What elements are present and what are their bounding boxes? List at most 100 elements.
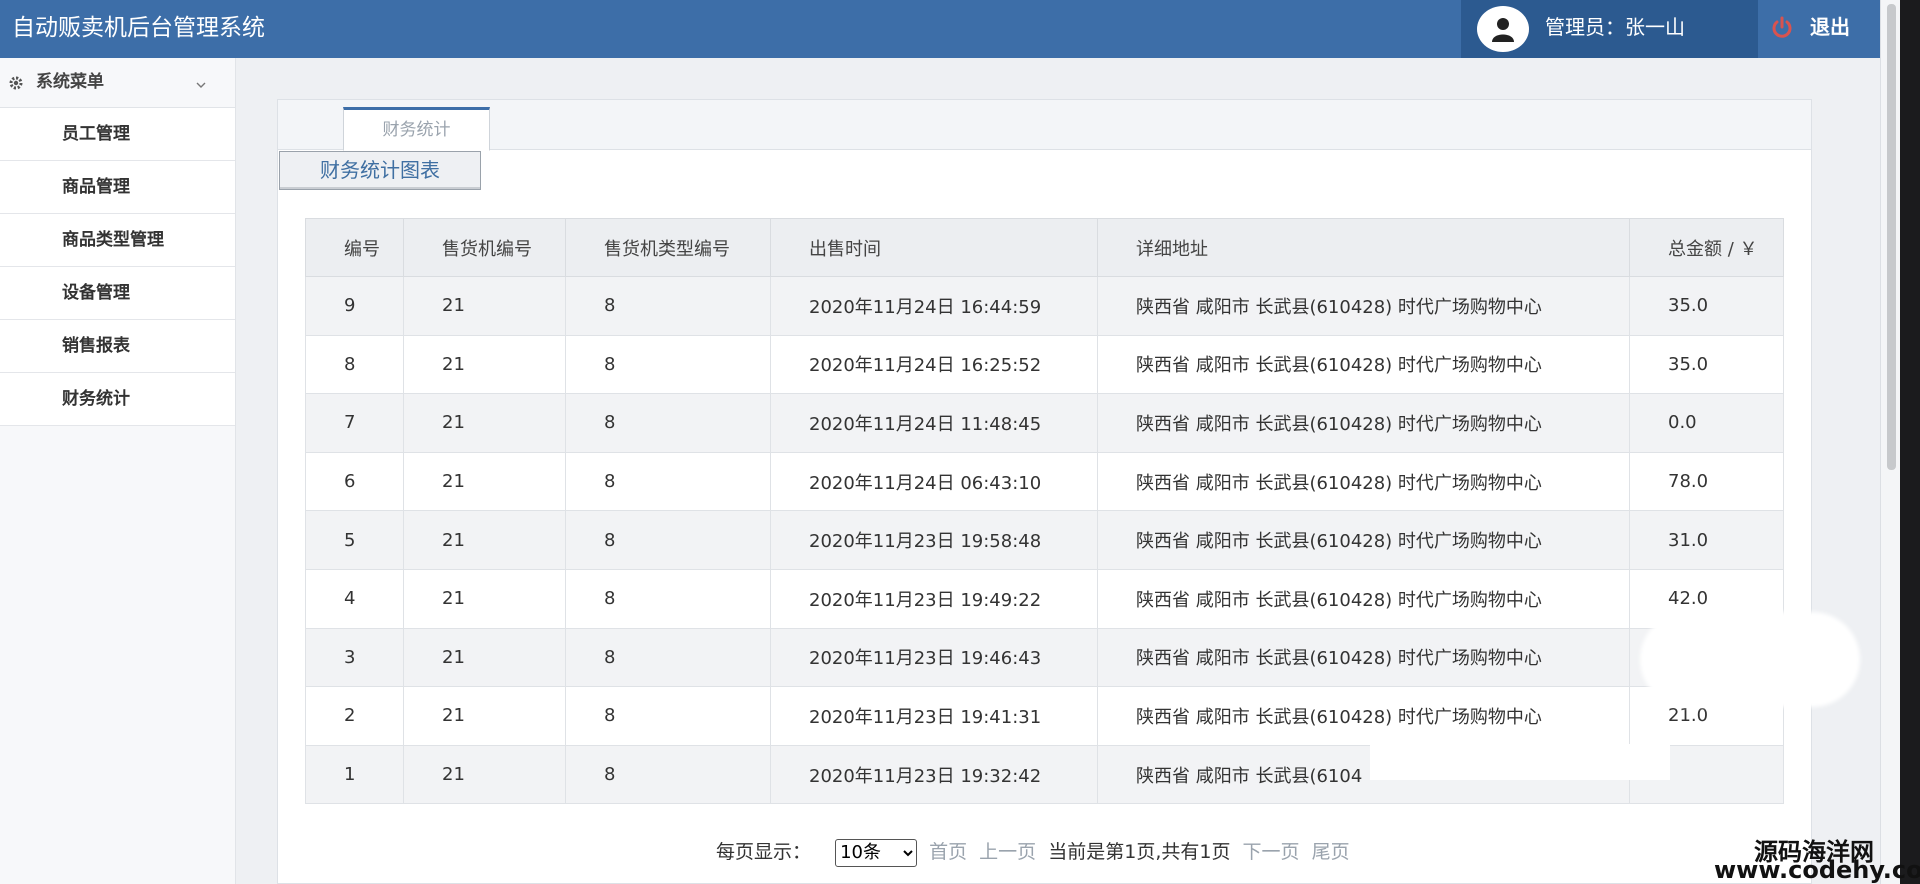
table-row: 2 21 8 2020年11月23日 19:41:31 陕西省 咸阳市 长武县(6104…	[305, 686, 1784, 746]
top-header: 自动贩卖机后台管理系统 管理员：张一山 退出	[0, 0, 1880, 58]
sidebar-item-finance[interactable]: 财务统计	[0, 373, 235, 426]
table-row: 3 21 8 2020年11月23日 19:46:43 陕西省 咸阳市 长武县(6104…	[305, 627, 1784, 688]
cell-machine-id: 21	[403, 451, 566, 512]
cell-amount: 0.0	[1629, 393, 1784, 453]
sidebar-item-label: 商品管理	[62, 177, 130, 197]
cell-machine-id: 21	[403, 744, 566, 805]
cell-amount: 31.0	[1629, 510, 1784, 570]
per-page-select[interactable]: 10条	[835, 838, 918, 867]
cell-id: 3	[305, 627, 404, 688]
page-info: 当前是第1页,共有1页	[1048, 841, 1231, 863]
column-header-machine-type[interactable]: 售货机类型编号	[565, 218, 771, 277]
sidebar-menu-header[interactable]: 系统菜单	[0, 58, 235, 108]
cell-address: 陕西省 咸阳市 长武县(610428) 时代广场购物中心	[1097, 451, 1630, 512]
sidebar-item-label: 财务统计	[62, 389, 130, 409]
cell-machine-type: 8	[565, 744, 771, 805]
column-header-id[interactable]: 编号	[305, 218, 404, 277]
cell-id: 4	[305, 568, 404, 629]
finance-table: 编号 售货机编号 售货机类型编号 出售时间 详细地址 总金额 / ￥ 9 21 8 2…	[305, 218, 1784, 805]
cell-machine-type: 8	[565, 276, 771, 336]
user-icon	[1492, 18, 1514, 42]
gear-icon	[9, 76, 23, 90]
table-header-row: 编号 售货机编号 售货机类型编号 出售时间 详细地址 总金额 / ￥	[305, 218, 1784, 277]
chevron-down-icon	[196, 82, 206, 88]
cell-machine-type: 8	[565, 627, 771, 688]
tab-finance[interactable]: 财务统计	[343, 107, 490, 151]
cell-sale-time: 2020年11月23日 19:46:43	[770, 627, 1098, 688]
column-header-address[interactable]: 详细地址	[1097, 218, 1630, 277]
sidebar-item-products[interactable]: 商品管理	[0, 161, 235, 214]
table-row: 4 21 8 2020年11月23日 19:49:22 陕西省 咸阳市 长武县(6104…	[305, 568, 1784, 629]
cell-machine-type: 8	[565, 510, 771, 570]
tab-bar: 财务统计	[278, 100, 1811, 151]
cell-address: 陕西省 咸阳市 长武县(610428) 时代广场购物中心	[1097, 276, 1630, 336]
logout-button[interactable]: 退出	[1758, 0, 1880, 58]
cell-machine-type: 8	[565, 568, 771, 629]
table-row: 5 21 8 2020年11月23日 19:58:48 陕西省 咸阳市 长武县(6104…	[305, 510, 1784, 570]
cell-address: 陕西省 咸阳市 长武县(610428) 时代广场购物中心	[1097, 334, 1630, 395]
cell-machine-id: 21	[403, 627, 566, 688]
watermark-url: www.codehy.com	[1714, 856, 1920, 884]
cell-address: 陕西省 咸阳市 长武县(610428) 时代广场购物中心	[1097, 510, 1630, 570]
sidebar-item-staff[interactable]: 员工管理	[0, 108, 235, 161]
cell-sale-time: 2020年11月24日 11:48:45	[770, 393, 1098, 453]
cell-sale-time: 2020年11月24日 16:44:59	[770, 276, 1098, 336]
sidebar: 系统菜单 员工管理 商品管理 商品类型管理 设备管理 销售报表 财务统计	[0, 58, 236, 884]
app-title: 自动贩卖机后台管理系统	[12, 15, 265, 41]
first-page-link[interactable]: 首页	[929, 841, 967, 863]
cell-machine-id: 21	[403, 276, 566, 336]
glare-overlay	[1640, 612, 1860, 707]
cell-machine-id: 21	[403, 393, 566, 453]
sidebar-item-label: 员工管理	[62, 124, 130, 144]
cell-machine-id: 21	[403, 686, 566, 746]
cell-machine-id: 21	[403, 334, 566, 395]
cell-id: 6	[305, 451, 404, 512]
cell-sale-time: 2020年11月23日 19:41:31	[770, 686, 1098, 746]
sidebar-item-product-types[interactable]: 商品类型管理	[0, 214, 235, 267]
column-header-machine-id[interactable]: 售货机编号	[403, 218, 566, 277]
per-page-label: 每页显示：	[716, 841, 812, 863]
last-page-link[interactable]: 尾页	[1312, 841, 1350, 863]
cell-machine-type: 8	[565, 686, 771, 746]
cell-sale-time: 2020年11月23日 19:32:42	[770, 744, 1098, 805]
table-row: 6 21 8 2020年11月24日 06:43:10 陕西省 咸阳市 长武县(6104…	[305, 451, 1784, 512]
next-page-link[interactable]: 下一页	[1243, 841, 1300, 863]
sidebar-item-label: 商品类型管理	[62, 230, 164, 250]
scrollbar[interactable]	[1880, 0, 1900, 884]
user-info: 管理员：张一山	[1461, 0, 1758, 58]
sidebar-menu-title: 系统菜单	[36, 72, 104, 92]
column-header-amount[interactable]: 总金额 / ￥	[1629, 218, 1784, 277]
cell-sale-time: 2020年11月24日 06:43:10	[770, 451, 1098, 512]
cell-address: 陕西省 咸阳市 长武县(610428) 时代广场购物中心	[1097, 686, 1630, 746]
sidebar-item-label: 销售报表	[62, 336, 130, 356]
cell-amount: 35.0	[1629, 276, 1784, 336]
avatar	[1477, 6, 1529, 52]
scrollbar-thumb[interactable]	[1887, 4, 1896, 470]
sidebar-item-label: 设备管理	[62, 283, 130, 303]
pagination: 每页显示： 10条 首页 上一页 当前是第1页,共有1页 下一页 尾页	[716, 836, 1356, 868]
finance-chart-button[interactable]: 财务统计图表	[279, 151, 481, 190]
table-row: 7 21 8 2020年11月24日 11:48:45 陕西省 咸阳市 长武县(6104…	[305, 393, 1784, 453]
frame-edge	[1900, 0, 1920, 884]
prev-page-link[interactable]: 上一页	[979, 841, 1036, 863]
glare-overlay	[1370, 744, 1670, 780]
cell-sale-time: 2020年11月24日 16:25:52	[770, 334, 1098, 395]
cell-sale-time: 2020年11月23日 19:58:48	[770, 510, 1098, 570]
sidebar-item-devices[interactable]: 设备管理	[0, 267, 235, 320]
admin-name: 管理员：张一山	[1545, 15, 1685, 39]
cell-machine-type: 8	[565, 393, 771, 453]
logout-label: 退出	[1810, 15, 1850, 39]
table-row: 9 21 8 2020年11月24日 16:44:59 陕西省 咸阳市 长武县(6104…	[305, 276, 1784, 336]
cell-id: 5	[305, 510, 404, 570]
cell-id: 2	[305, 686, 404, 746]
cell-address: 陕西省 咸阳市 长武县(610428) 时代广场购物中心	[1097, 568, 1630, 629]
sidebar-item-sales-report[interactable]: 销售报表	[0, 320, 235, 373]
cell-amount: 35.0	[1629, 334, 1784, 395]
column-header-sale-time[interactable]: 出售时间	[770, 218, 1098, 277]
cell-address: 陕西省 咸阳市 长武县(610428) 时代广场购物中心	[1097, 627, 1630, 688]
cell-id: 8	[305, 334, 404, 395]
table-row: 8 21 8 2020年11月24日 16:25:52 陕西省 咸阳市 长武县(6104…	[305, 334, 1784, 395]
cell-machine-type: 8	[565, 451, 771, 512]
cell-id: 9	[305, 276, 404, 336]
power-icon	[1772, 16, 1792, 38]
